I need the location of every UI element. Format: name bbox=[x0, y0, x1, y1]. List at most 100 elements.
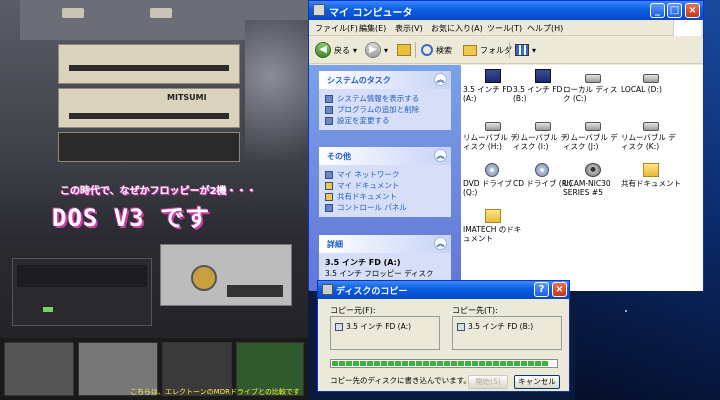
window-titlebar[interactable]: マイ コンピュータ _ □ × bbox=[309, 1, 703, 20]
copy-status: コピー先のディスクに書き込んでいます。 bbox=[330, 376, 471, 385]
task-view-system-info[interactable]: システム情報を表示する bbox=[325, 93, 445, 104]
drive-bay bbox=[58, 132, 240, 162]
drive-item-local-c[interactable]: ローカル ディスク (C:) bbox=[563, 69, 623, 103]
my-computer-window: マイ コンピュータ _ □ × ファイル(F) 編集(E) 表示(V) お気に入… bbox=[308, 0, 704, 291]
photo-caption: この時代で、なぜかフロッピーが2機・・・ bbox=[60, 186, 257, 197]
folders-button[interactable]: フォルダ bbox=[463, 40, 512, 60]
floppy-icon bbox=[535, 69, 551, 83]
drive-item-removable-j[interactable]: リムーバブル ディスク (J:) bbox=[563, 117, 623, 151]
menu-tools[interactable]: ツール(T) bbox=[487, 23, 522, 34]
floppy-icon bbox=[335, 322, 343, 331]
views-icon bbox=[515, 44, 529, 56]
collapse-chevron-icon[interactable]: ︽ bbox=[434, 149, 447, 162]
source-label: コピー元(F): bbox=[330, 306, 376, 315]
system-tasks-title: システムのタスク bbox=[327, 76, 391, 85]
search-button[interactable]: 検索 bbox=[421, 40, 452, 60]
task-link-label: システム情報を表示する bbox=[337, 94, 420, 103]
search-icon bbox=[421, 44, 433, 56]
back-arrow-icon: ◀ bbox=[315, 42, 331, 58]
floppy-drive-open bbox=[160, 244, 292, 306]
details-group: 詳細 ︽ 3.5 インチ FD (A:) 3.5 インチ フロッピー ディスク bbox=[319, 235, 451, 285]
removable-disk-icon bbox=[585, 122, 601, 131]
menu-help[interactable]: ヘルプ(H) bbox=[527, 23, 563, 34]
folder-item-shared-documents[interactable]: 共有ドキュメント bbox=[621, 163, 681, 188]
details-header[interactable]: 詳細 ︽ bbox=[319, 235, 451, 253]
drive-label: IMATECH のドキュメント bbox=[463, 225, 522, 243]
close-button[interactable]: × bbox=[685, 3, 700, 18]
menu-view[interactable]: 表示(V) bbox=[395, 23, 423, 34]
drive-bay bbox=[58, 44, 240, 84]
floppy-icon bbox=[322, 284, 333, 295]
up-folder-button[interactable] bbox=[397, 40, 411, 60]
cancel-button[interactable]: キャンセル bbox=[514, 375, 560, 389]
folder-item-imatech-documents[interactable]: IMATECH のドキュメント bbox=[463, 209, 523, 243]
system-tasks-header[interactable]: システムのタスク ︽ bbox=[319, 71, 451, 89]
dialog-title: ディスクのコピー bbox=[336, 287, 408, 297]
place-link-label: マイ ネットワーク bbox=[337, 170, 400, 179]
task-link-label: プログラムの追加と削除 bbox=[337, 105, 420, 114]
back-label: 戻る bbox=[334, 45, 350, 55]
folder-icon bbox=[485, 209, 501, 223]
control-panel-icon bbox=[325, 203, 333, 212]
removable-disk-icon bbox=[535, 122, 551, 131]
task-add-remove-programs[interactable]: プログラムの追加と削除 bbox=[325, 104, 445, 115]
tower-button bbox=[62, 8, 84, 18]
place-control-panel[interactable]: コントロール パネル bbox=[325, 202, 445, 213]
place-my-documents[interactable]: マイ ドキュメント bbox=[325, 180, 445, 191]
folder-icon bbox=[463, 44, 477, 56]
other-places-header[interactable]: その他 ︽ bbox=[319, 147, 451, 165]
window-title: マイ コンピュータ bbox=[329, 8, 413, 19]
drive-label: LOCAL (D:) bbox=[621, 85, 662, 94]
tower-button bbox=[150, 8, 172, 18]
menu-edit[interactable]: 編集(E) bbox=[359, 23, 386, 34]
removable-disk-icon bbox=[485, 122, 501, 131]
dialog-close-button[interactable]: × bbox=[552, 282, 567, 297]
task-link-label: 設定を変更する bbox=[337, 116, 390, 125]
back-button[interactable]: ◀ 戻る ▾ bbox=[315, 40, 357, 60]
destination-value: 3.5 インチ FD (B:) bbox=[468, 322, 534, 331]
collapse-chevron-icon[interactable]: ︽ bbox=[434, 73, 447, 86]
place-shared-documents[interactable]: 共有ドキュメント bbox=[325, 191, 445, 202]
other-places-title: その他 bbox=[327, 152, 351, 161]
destination-label: コピー先(T): bbox=[452, 306, 498, 315]
drive-label: リムーバブル ディスク (K:) bbox=[621, 133, 676, 151]
task-change-settings[interactable]: 設定を変更する bbox=[325, 115, 445, 126]
views-button[interactable]: ▾ bbox=[515, 40, 536, 60]
help-button[interactable]: ? bbox=[534, 282, 549, 297]
menu-favorites[interactable]: お気に入り(A) bbox=[431, 23, 483, 34]
destination-list[interactable]: 3.5 インチ FD (B:) bbox=[452, 316, 562, 350]
settings-icon bbox=[325, 116, 333, 125]
place-link-label: マイ ドキュメント bbox=[337, 181, 400, 190]
chevron-down-icon: ▾ bbox=[532, 45, 537, 55]
photo-footnote: こちらは、エレクトーンのMDRドライブとの比較です bbox=[130, 388, 300, 396]
floppy-icon bbox=[485, 69, 501, 83]
up-folder-icon bbox=[397, 44, 411, 56]
copy-progress-bar bbox=[330, 359, 558, 368]
dialog-titlebar[interactable]: ディスクのコピー ? × bbox=[318, 281, 569, 299]
place-my-network[interactable]: マイ ネットワーク bbox=[325, 169, 445, 180]
start-button[interactable]: 開始(S) bbox=[468, 375, 508, 389]
computer-icon bbox=[313, 4, 325, 16]
progress-fill bbox=[332, 361, 550, 366]
photo-thumb bbox=[4, 342, 74, 396]
menu-file[interactable]: ファイル(F) bbox=[315, 23, 358, 34]
forward-button[interactable]: ▶ ▾ bbox=[365, 40, 388, 60]
drive-item-removable-k[interactable]: リムーバブル ディスク (K:) bbox=[621, 117, 681, 151]
windows-logo-icon bbox=[673, 20, 701, 36]
source-list[interactable]: 3.5 インチ FD (A:) bbox=[330, 316, 440, 350]
tower-side bbox=[245, 20, 308, 160]
forward-arrow-icon: ▶ bbox=[365, 42, 381, 58]
drive-label: 共有ドキュメント bbox=[621, 179, 681, 188]
drive-item-local-d[interactable]: LOCAL (D:) bbox=[621, 69, 681, 94]
device-item-webcam[interactable]: UCAM-NIC30 SERIES #5 bbox=[563, 163, 623, 197]
toolbar: ◀ 戻る ▾ ▶ ▾ 検索 フォルダ ▾ bbox=[309, 36, 703, 64]
floppy-drive-black bbox=[12, 258, 152, 326]
maximize-button[interactable]: □ bbox=[667, 3, 682, 18]
photo-title: DOS V3 です bbox=[52, 204, 211, 232]
minimize-button[interactable]: _ bbox=[650, 3, 665, 18]
folders-label: フォルダ bbox=[480, 45, 512, 55]
cd-drive-icon bbox=[535, 163, 549, 177]
collapse-chevron-icon[interactable]: ︽ bbox=[434, 237, 447, 250]
place-link-label: コントロール パネル bbox=[337, 203, 407, 212]
folder-icon bbox=[643, 163, 659, 177]
